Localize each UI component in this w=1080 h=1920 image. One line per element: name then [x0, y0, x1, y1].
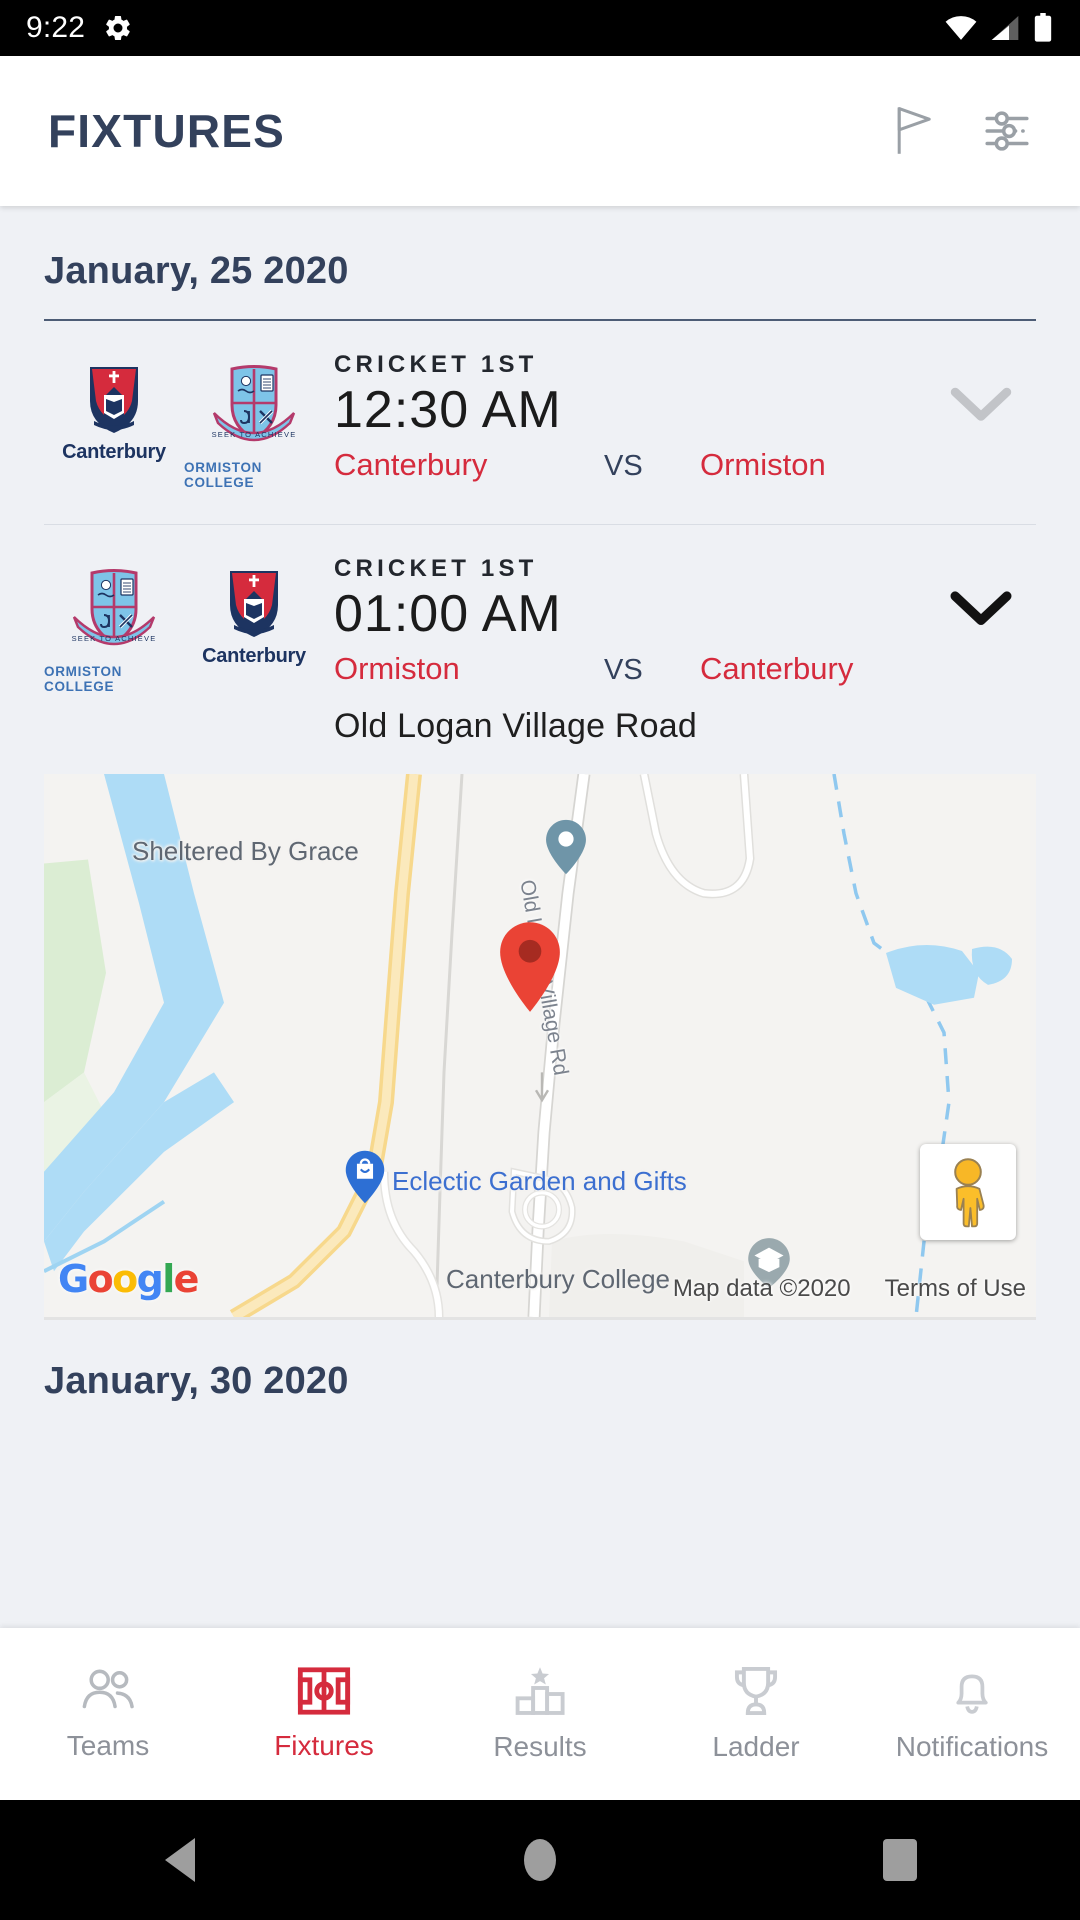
fixture-row[interactable]: Canterbury SEEK TO ACHIEVE ORMISTON COLL… [0, 321, 1080, 490]
shop-poi-pin-icon[interactable] [344, 1149, 386, 1205]
fixture-main: SEEK TO ACHIEVE ORMISTON COLLEGE Canterb… [44, 555, 1036, 746]
teams-line: Ormiston VS Canterbury [334, 651, 926, 687]
svg-text:SEEK TO ACHIEVE: SEEK TO ACHIEVE [212, 430, 297, 439]
canterbury-crest [90, 367, 138, 433]
app-bar: FIXTURES [0, 56, 1080, 206]
bell-icon [956, 1674, 988, 1714]
nav-item-ladder[interactable]: Ladder [648, 1665, 864, 1763]
away-crest-label: ORMISTON COLLEGE [184, 460, 263, 490]
home-crest-label: Canterbury [62, 441, 166, 463]
nav-item-notifications[interactable]: Notifications [864, 1665, 1080, 1763]
home-crest-label: ORMISTON COLLEGE [44, 664, 123, 694]
svg-text:SEEK TO ACHIEVE: SEEK TO ACHIEVE [72, 634, 157, 643]
nav-item-teams[interactable]: Teams [0, 1666, 216, 1762]
android-navigation-bar [0, 1800, 1080, 1920]
nav-label-notifications: Notifications [895, 1731, 1049, 1762]
home-team-name: Ormiston [334, 650, 460, 686]
fixture-time: 01:00 AM [334, 585, 562, 643]
status-bar-system-icons [944, 13, 1054, 43]
sport-label: CRICKET 1ST [334, 351, 538, 378]
vs-label: VS [604, 449, 643, 482]
nav-item-fixtures[interactable]: Fixtures [216, 1666, 432, 1762]
home-team-name: Canterbury [334, 446, 488, 482]
back-triangle-icon [165, 1838, 195, 1882]
location-marker[interactable] [496, 920, 564, 1014]
bottom-navigation-bar: Teams Fixtures Results Ladder Notificati… [0, 1628, 1080, 1800]
pitch-icon [297, 1667, 351, 1715]
app-bar-actions [890, 103, 1032, 159]
android-back-button[interactable] [80, 1838, 280, 1882]
ormiston-college-crest: SEEK TO ACHIEVE [72, 569, 157, 646]
poi-pin-icon[interactable] [544, 818, 588, 876]
sport-label: CRICKET 1ST [334, 555, 538, 582]
chevron-down-icon[interactable] [950, 385, 1012, 425]
app-root: 9:22 FIXTURES January, 25 2020 Canterbur… [0, 0, 1080, 1920]
gear-icon [106, 15, 130, 41]
recents-square-icon [883, 1839, 917, 1881]
canterbury-crest [230, 571, 278, 637]
android-recents-button[interactable] [800, 1839, 1000, 1881]
wifi-icon [945, 16, 977, 40]
fixture-time: 12:30 AM [334, 381, 562, 439]
google-logo: Google [58, 1256, 199, 1301]
map-canvas [44, 773, 1036, 1317]
cellular-signal-icon [991, 16, 1019, 40]
venue-map[interactable]: Sheltered By Grace Old Logan Village Rd … [44, 773, 1036, 1320]
nav-label-fixtures: Fixtures [274, 1730, 374, 1761]
home-circle-icon [524, 1839, 556, 1881]
ormiston-college-crest: SEEK TO ACHIEVE [212, 365, 297, 442]
map-attribution: Map data ©2020 Terms of Use [673, 1275, 1026, 1303]
away-team-name: Ormiston [700, 446, 826, 482]
status-bar: 9:22 [0, 0, 1080, 56]
trophy-icon [734, 1666, 778, 1716]
filter-sliders-icon[interactable] [982, 106, 1032, 156]
fixture-crests: SEEK TO ACHIEVE ORMISTON COLLEGE Canterb… [44, 555, 324, 694]
pegman-icon[interactable] [940, 1156, 996, 1228]
android-home-button[interactable] [440, 1839, 640, 1881]
nav-label-teams: Teams [66, 1730, 150, 1761]
collapse-fixture-button[interactable] [926, 555, 1036, 629]
map-data-credit: Map data ©2020 [672, 1274, 851, 1302]
venue-address: Old Logan Village Road [334, 706, 697, 745]
home-team-crest: SEEK TO ACHIEVE ORMISTON COLLEGE [44, 565, 184, 694]
street-view-pegman-button[interactable] [920, 1143, 1016, 1240]
date-header: January, 30 2020 [44, 1359, 349, 1402]
flag-icon[interactable] [890, 103, 938, 159]
page-title: FIXTURES [48, 105, 286, 157]
podium-star-icon [515, 1667, 565, 1715]
away-crest-label: Canterbury [202, 645, 306, 667]
teams-line: Canterbury VS Ormiston [334, 447, 926, 483]
status-time: 9:22 [26, 11, 86, 44]
home-team-crest: Canterbury [44, 361, 184, 464]
fixture-details: CRICKET 1ST 01:00 AM Ormiston VS Canterb… [324, 555, 926, 746]
people-icon [82, 1669, 134, 1709]
fixture-details: CRICKET 1ST 12:30 AM Canterbury VS Ormis… [324, 351, 926, 483]
fixture-row[interactable]: SEEK TO ACHIEVE ORMISTON COLLEGE Canterb… [0, 525, 1080, 746]
terms-of-use-link[interactable]: Terms of Use [885, 1275, 1026, 1303]
fixture-main: Canterbury SEEK TO ACHIEVE ORMISTON COLL… [44, 351, 1036, 490]
expand-fixture-button[interactable] [926, 351, 1036, 425]
away-team-name: Canterbury [700, 650, 854, 686]
battery-icon [1034, 13, 1052, 42]
nav-label-ladder: Ladder [712, 1731, 800, 1762]
vs-label: VS [604, 653, 643, 686]
status-bar-notifications [103, 13, 133, 43]
fixture-crests: Canterbury SEEK TO ACHIEVE ORMISTON COLL… [44, 351, 324, 490]
fixtures-scroll-area[interactable]: January, 25 2020 Canterbury SEEK TO ACHI… [0, 206, 1080, 1628]
nav-label-results: Results [493, 1731, 587, 1762]
away-team-crest: Canterbury [184, 565, 324, 668]
chevron-down-icon[interactable] [950, 589, 1012, 629]
date-header: January, 25 2020 [44, 250, 349, 292]
away-team-crest: SEEK TO ACHIEVE ORMISTON COLLEGE [184, 361, 324, 490]
nav-item-results[interactable]: Results [432, 1665, 648, 1763]
